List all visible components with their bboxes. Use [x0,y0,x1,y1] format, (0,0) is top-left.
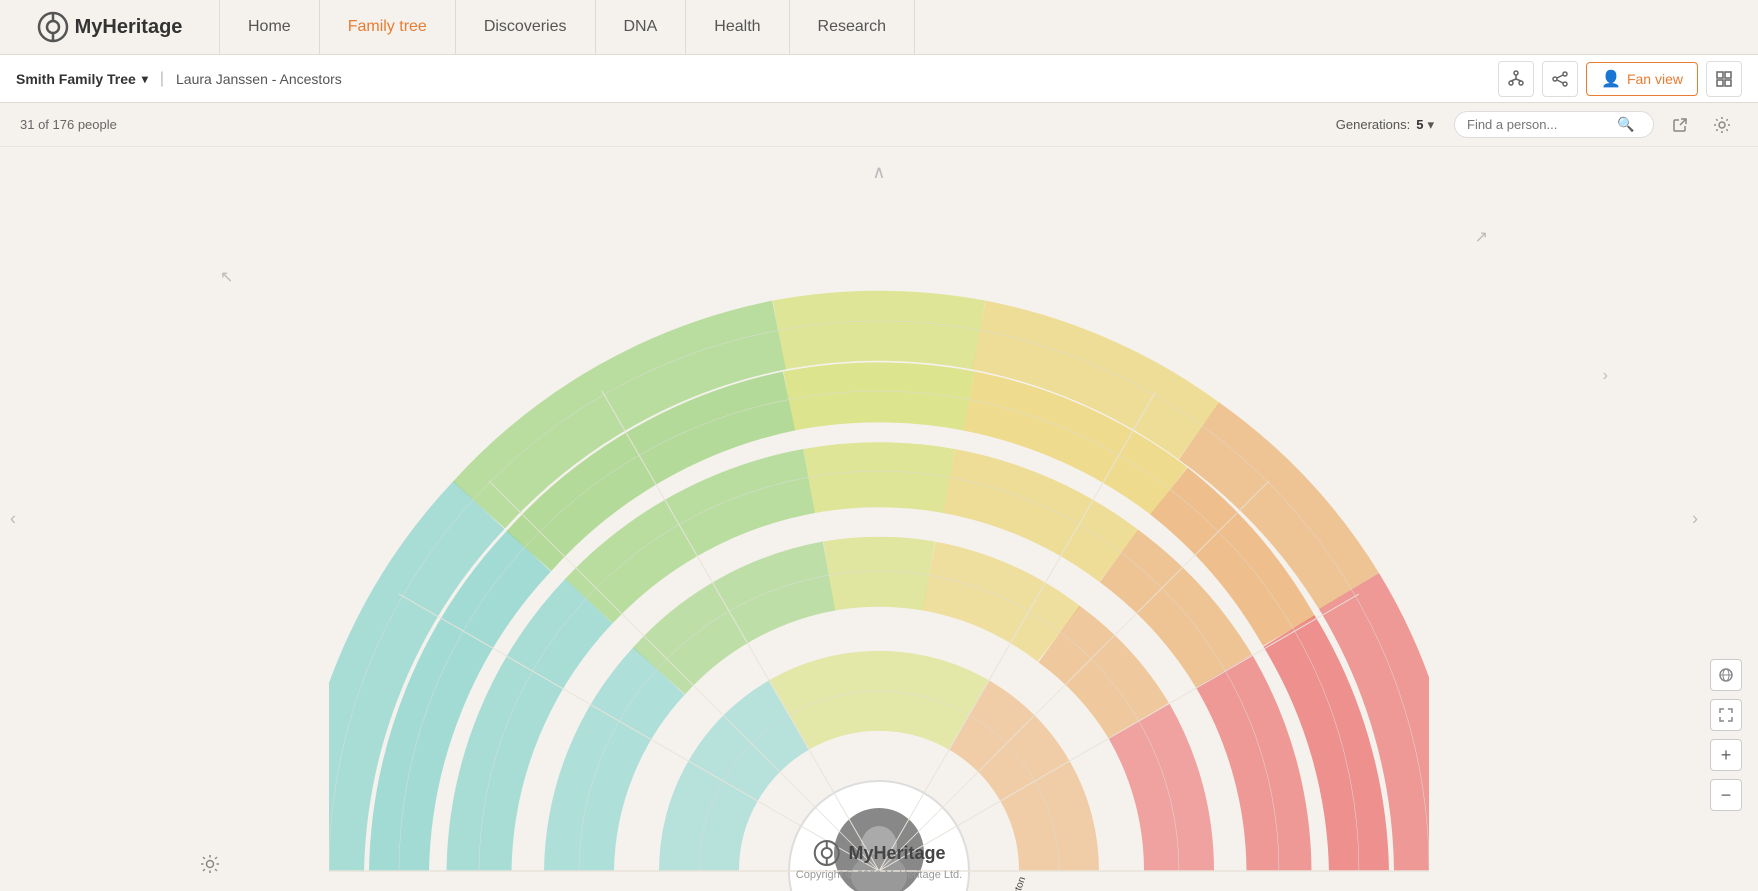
chevron-down-icon: ▾ [142,72,148,86]
search-person-container[interactable]: 🔍 [1454,111,1654,138]
main-content: Laura Janssen Born: 1984 Brian Janssen B… [0,147,1758,891]
globe-button[interactable] [1710,659,1742,691]
svg-text:Debra Johnston: Debra Johnston [994,875,1028,891]
fan-chart[interactable]: Laura Janssen Born: 1984 Brian Janssen B… [329,191,1429,891]
grid-view-button[interactable] [1706,61,1742,97]
top-nav-arrow[interactable]: ∧ [872,162,885,183]
fan-view-label: Fan view [1627,71,1683,87]
globe-icon [1718,667,1734,683]
nav-family-tree[interactable]: Family tree [320,0,456,54]
nav-dna[interactable]: DNA [596,0,687,54]
generations-control[interactable]: Generations: 5 ▾ [1336,117,1434,133]
top-right-arrow[interactable]: ↗ [1475,227,1488,247]
tree-name-label: Smith Family Tree [16,71,136,87]
gear-icon [1713,116,1731,134]
generations-value: 5 [1416,117,1423,132]
search-person-input[interactable] [1467,117,1617,132]
tree-name-dropdown[interactable]: Smith Family Tree ▾ [16,71,148,87]
share-tree-button[interactable] [1542,61,1578,97]
side-controls: + − [1710,659,1742,811]
fullscreen-button[interactable] [1710,699,1742,731]
nav-home[interactable]: Home [220,0,320,54]
nav-discoveries[interactable]: Discoveries [456,0,596,54]
generations-label: Generations: [1336,117,1410,132]
fan-view-button[interactable]: 👤 Fan view [1586,62,1698,96]
bottom-settings-button[interactable] [200,854,220,879]
logo-text: MyHeritage [75,16,183,39]
person-debra-johnston[interactable]: Debra Johnston Born: 1955 [993,875,1028,891]
minus-icon: − [1721,785,1732,806]
zoom-out-button[interactable]: − [1710,779,1742,811]
settings-button[interactable] [1706,109,1738,141]
nav-research[interactable]: Research [790,0,915,54]
fullscreen-icon [1718,707,1734,723]
breadcrumb-separator: | [160,70,164,88]
external-link-icon [1671,116,1689,134]
tree-view-button[interactable] [1498,61,1534,97]
generations-chevron-icon: ▾ [1427,117,1434,133]
search-icon: 🔍 [1617,116,1634,133]
mid-right-arrow[interactable]: › [1603,367,1608,385]
header: MyHeritage Home Family tree Discoveries … [0,0,1758,55]
people-count: 31 of 176 people [20,117,117,132]
share-button[interactable] [1664,109,1696,141]
nav-health[interactable]: Health [686,0,789,54]
plus-icon: + [1721,745,1732,766]
top-left-arrow[interactable]: ↖ [220,267,233,287]
grid-icon [1715,70,1733,88]
zoom-in-button[interactable]: + [1710,739,1742,771]
share-icon [1551,70,1569,88]
right-nav-arrow[interactable]: › [1692,509,1698,530]
fan-view-icon: 👤 [1601,69,1621,89]
left-nav-arrow[interactable]: ‹ [10,509,16,530]
breadcrumb-path: Laura Janssen - Ancestors [176,71,342,87]
main-nav: Home Family tree Discoveries DNA Health … [220,0,1758,54]
logo-area: MyHeritage [0,0,220,54]
toolbar: Smith Family Tree ▾ | Laura Janssen - An… [0,55,1758,103]
tree-icon [1507,70,1525,88]
statusbar: 31 of 176 people Generations: 5 ▾ 🔍 [0,103,1758,147]
myheritage-logo-icon [37,11,69,43]
settings-gear-icon [200,854,220,874]
